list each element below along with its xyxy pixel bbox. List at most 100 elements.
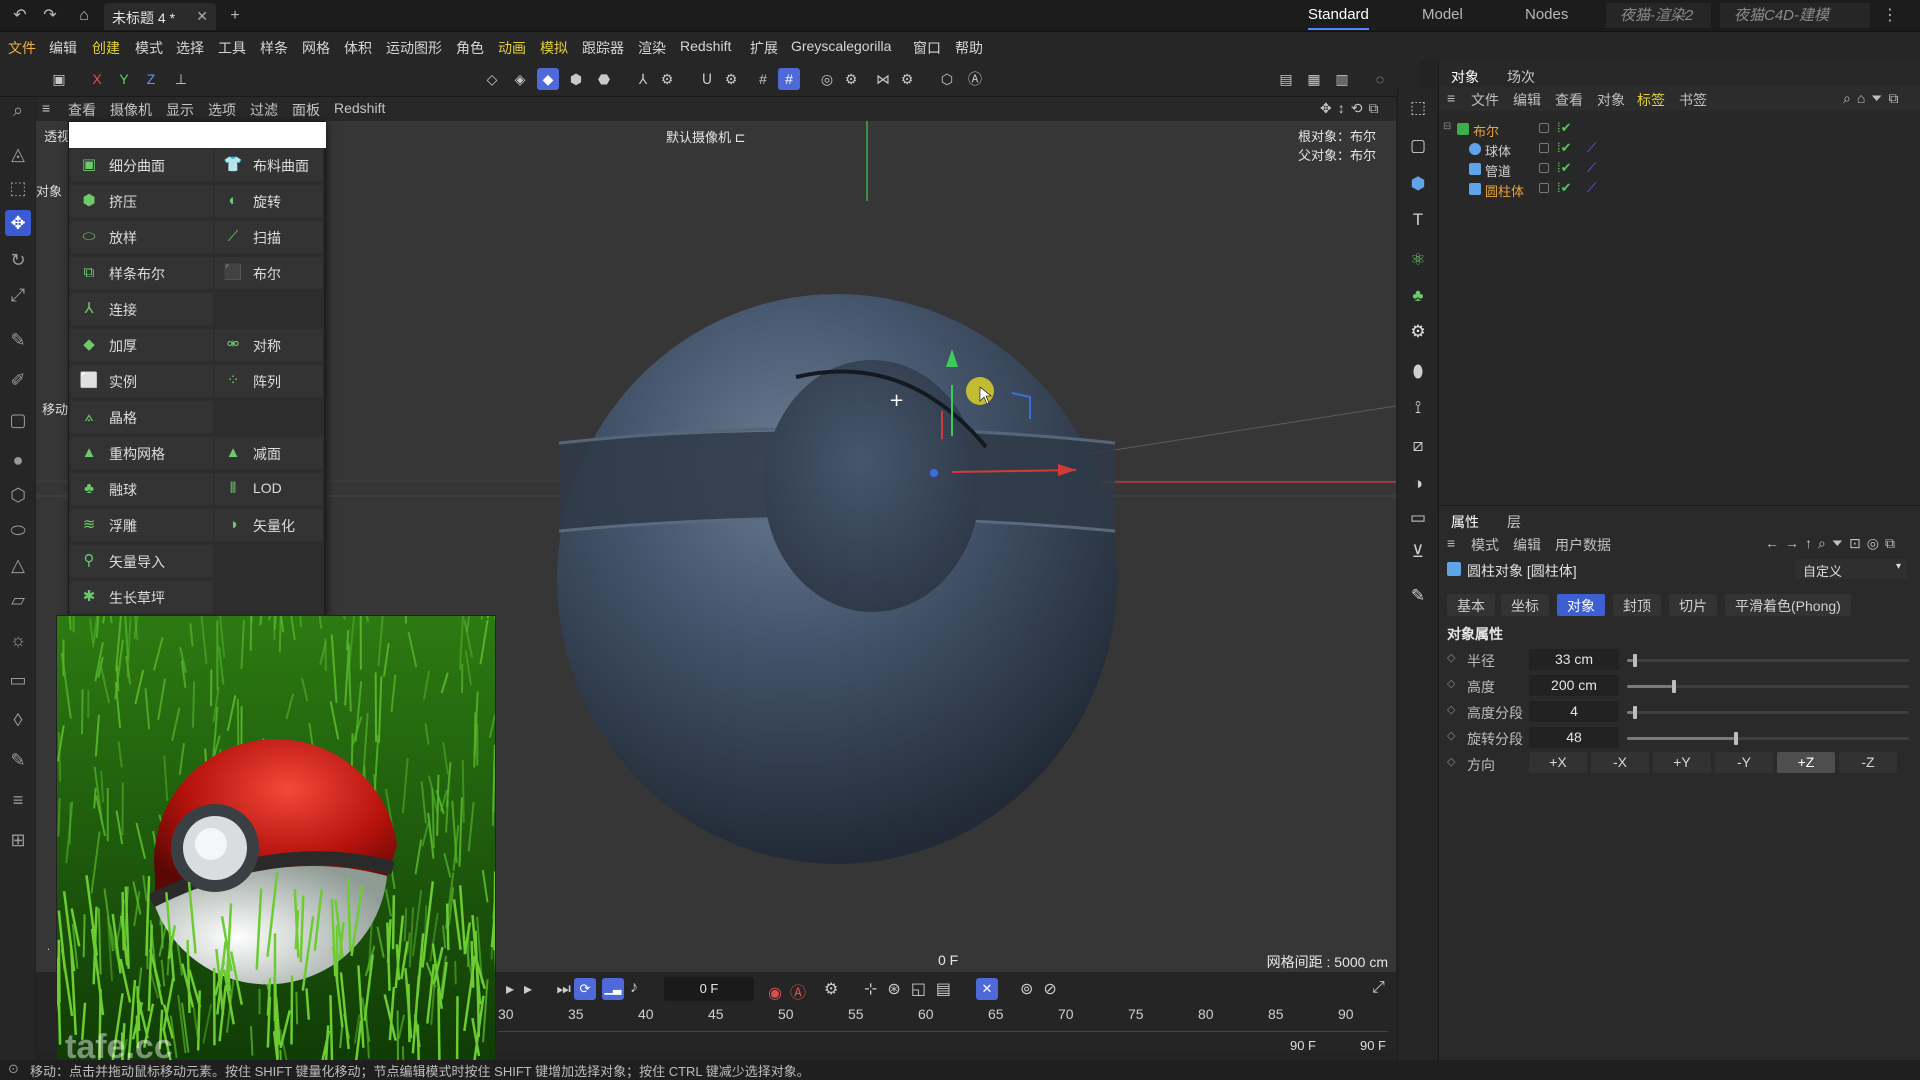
viewport-menu-display[interactable]: 显示 [166,100,194,120]
attr-menu-edit[interactable]: 编辑 [1513,535,1541,555]
layout-nodes[interactable]: Nodes [1525,6,1568,23]
generator-item[interactable]: ⬜ 实例 [71,365,213,397]
hamburger-icon[interactable]: ≡ [1447,90,1455,106]
symmetry-settings-icon[interactable]: ⚙ [896,68,918,90]
rotate-icon[interactable]: ↻ [5,247,31,273]
expand-timeline-icon[interactable]: ⤢ [1372,979,1385,997]
menu-simulate[interactable]: 模拟 [540,38,568,58]
generator-item[interactable]: ⧉ 样条布尔 [71,257,213,289]
keyframe-diamond-icon[interactable]: ◇ [1447,703,1455,716]
tab-layers[interactable]: 层 [1507,512,1521,532]
direction-plus-z[interactable]: +Z [1777,752,1835,773]
timeline-ruler[interactable]: 30 35 40 45 50 55 60 65 70 75 80 85 90 [498,1006,1388,1032]
volume-icon[interactable]: ⧄ [1406,434,1430,458]
sound-icon[interactable]: ♪ [630,979,638,997]
preview-end-field[interactable]: 90 F [1246,1038,1316,1054]
subtab-coord[interactable]: 坐标 [1501,594,1549,616]
effector-icon[interactable]: ♣ [1406,284,1430,308]
om-menu-file[interactable]: 文件 [1471,90,1499,110]
move-icon[interactable]: ✥ [5,210,31,236]
render-view-icon[interactable]: ▤ [1275,68,1297,90]
scene-end-field[interactable]: 90 F [1326,1038,1386,1054]
property-slider[interactable] [1627,706,1909,719]
edit-icon[interactable]: ✎ [1406,584,1430,608]
lock-icon[interactable]: ⬡ [936,68,958,90]
menu-volume[interactable]: 体积 [344,38,372,58]
scale-icon[interactable]: ⤢ [5,282,31,308]
generator-item[interactable]: ⬭ 放样 [71,221,213,253]
tab-attributes[interactable]: 属性 [1451,512,1479,532]
axis-mode-icon[interactable]: ⅄ [632,68,654,90]
keyframe-filter-icon[interactable]: ✕ [976,978,998,1000]
property-value-field[interactable]: 200 cm [1529,675,1619,696]
layout-custom-model[interactable]: 夜猫C4D-建模 [1720,3,1870,28]
phong-tag-icon[interactable]: ⟋ [1587,180,1596,196]
soft-settings-icon[interactable]: ⚙ [840,68,862,90]
render-settings-icon[interactable]: ▥ [1331,68,1353,90]
phong-tag-icon[interactable]: ⟋ [1587,160,1596,176]
autokey-settings-icon[interactable]: ⚙ [824,979,838,999]
generator-item[interactable]: ⬢ 挤压 [71,185,213,217]
undo-icon[interactable]: ↶ [10,6,30,26]
keyframe-diamond-icon[interactable]: ◇ [1447,651,1455,664]
redshift-icon[interactable]: Ⓐ [964,68,986,90]
more-icon[interactable]: ⋮ [1880,6,1900,26]
viewport-menu-redshift[interactable]: Redshift [334,100,385,116]
settings-gear-icon[interactable]: ⚙ [656,68,678,90]
viewport-menu-filter[interactable]: 过滤 [250,100,278,120]
generator-item[interactable]: ♣ 融球 [71,473,213,505]
layout-model[interactable]: Model [1422,6,1463,23]
generator-cube-icon[interactable]: ⬢ [1406,172,1430,196]
object-mode-icon[interactable]: ⬢ [565,68,587,90]
viewport-menu-camera[interactable]: 摄像机 [110,100,152,120]
menu-mesh[interactable]: 网格 [302,38,330,58]
spline-icon[interactable]: ▢ [1406,134,1430,158]
menu-redshift[interactable]: Redshift [680,38,731,54]
property-value-field[interactable]: 33 cm [1529,649,1619,670]
home-icon[interactable]: ⌂ [74,6,94,26]
current-frame-field[interactable]: 0 F [664,977,754,1001]
cylinder-icon[interactable]: ⬭ [5,517,31,543]
menu-mograph[interactable]: 运动图形 [386,38,442,58]
texture-mode-icon[interactable]: ⬣ [593,68,615,90]
generator-item[interactable]: ⅄ 连接 [71,293,213,325]
loop-icon[interactable]: ⟳ [574,978,596,1000]
timeline-options[interactable]: ⊚⊘ [1020,979,1067,999]
visible-check-icon[interactable]: ⁞✔ [1557,180,1572,196]
slider-knob[interactable] [1672,680,1677,693]
viewport-menu-view[interactable]: 查看 [68,100,96,120]
generator-item[interactable]: ⬛ 布尔 [215,257,323,289]
tab-takes[interactable]: 场次 [1507,67,1535,87]
phong-tag-icon[interactable]: ⟋ [1587,140,1596,156]
direction-minus-y[interactable]: -Y [1715,752,1773,773]
deformer-gear-icon[interactable]: ⚙ [1406,320,1430,344]
layer-icon[interactable]: ≡ [5,787,31,813]
model-mode-icon[interactable]: ▣ [48,68,70,90]
menu-select[interactable]: 选择 [176,38,204,58]
menu-character[interactable]: 角色 [456,38,484,58]
grid-snap-icon[interactable]: # [752,68,774,90]
cone-icon[interactable]: △ [5,552,31,578]
magnet-icon[interactable]: Ս [696,68,718,90]
tag-icon-right[interactable]: ⬮ [1406,360,1430,384]
polygons-mode-icon[interactable]: ◆ [537,68,559,90]
snap-settings-icon[interactable]: ⚙ [720,68,742,90]
attr-nav-icons[interactable]: ←→↑⌕⏷⊡◎⧉ [1765,535,1901,552]
subtab-phong[interactable]: 平滑着色(Phong) [1725,594,1851,616]
menu-help[interactable]: 帮助 [955,38,983,58]
light-sphere-icon[interactable]: ◑ [1406,472,1430,496]
live-select-icon[interactable]: ⬚ [5,175,31,201]
collapse-icon[interactable]: ⊟ [1443,121,1451,132]
scene-icon[interactable]: ⊻ [1406,540,1430,564]
layer-dot[interactable] [1539,183,1549,193]
visible-check-icon[interactable]: ⁞✔ [1557,120,1572,136]
viewport-menu-options[interactable]: 选项 [208,100,236,120]
layout-standard[interactable]: Standard [1308,6,1369,30]
generator-item[interactable]: ⁘ 阵列 [215,365,323,397]
menu-spline[interactable]: 样条 [260,38,288,58]
keyframe-diamond-icon[interactable]: ◇ [1447,755,1455,768]
generator-item[interactable]: ✱ 生长草坪 [71,581,213,613]
joint-icon[interactable]: ⟟ [1406,396,1430,420]
subtab-object[interactable]: 对象 [1557,594,1605,616]
layer-dot[interactable] [1539,123,1549,133]
